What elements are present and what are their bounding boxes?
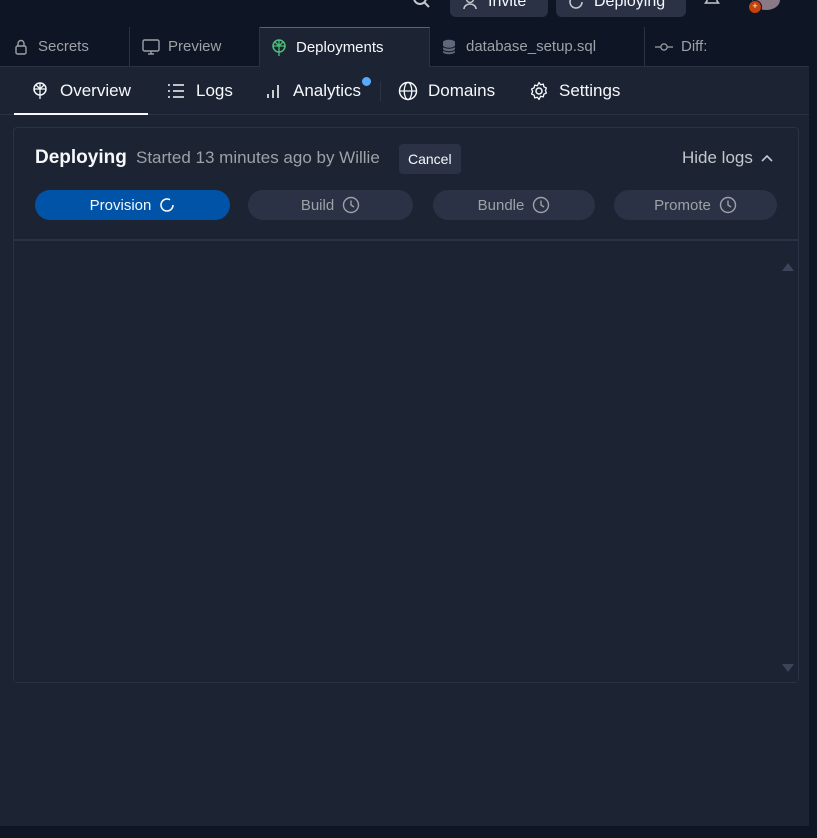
- deployment-steps: Provision Build Bundle Promote: [35, 190, 777, 220]
- tab-label: Deployments: [296, 39, 384, 56]
- git-commit-icon: [655, 38, 673, 56]
- step-label: Provision: [89, 196, 152, 214]
- deployment-meta: Started 13 minutes ago by Willie: [136, 148, 380, 167]
- tab-preview[interactable]: Preview: [130, 27, 260, 66]
- deployment-status: Deploying: [35, 147, 127, 168]
- deploying-label: Deploying: [594, 0, 666, 10]
- deployment-subnav: Overview Logs Analytics Domains Settings: [0, 67, 809, 115]
- tab-label: Preview: [168, 38, 222, 55]
- clock-icon: [342, 196, 360, 214]
- hide-logs-button[interactable]: Hide logs: [682, 148, 773, 168]
- invite-label: Invite: [488, 0, 527, 10]
- database-icon: [440, 38, 458, 56]
- spinner-icon: [569, 0, 583, 9]
- scroll-up-arrow[interactable]: [782, 263, 794, 271]
- tab-database-setup[interactable]: database_setup.sql: [430, 27, 645, 66]
- hide-logs-label: Hide logs: [682, 148, 753, 167]
- editor-tabs: Secrets Preview Deployments database_set…: [0, 27, 809, 67]
- tab-deployments[interactable]: Deployments: [260, 27, 430, 67]
- notification-dot: [362, 77, 371, 86]
- subnav-domains[interactable]: Domains: [398, 67, 495, 114]
- scroll-down-arrow[interactable]: [782, 664, 794, 672]
- log-output[interactable]: [14, 241, 798, 682]
- cancel-button[interactable]: Cancel: [399, 144, 461, 174]
- gear-icon: [529, 81, 549, 101]
- step-bundle: Bundle: [433, 190, 595, 220]
- step-label: Build: [300, 196, 335, 214]
- subnav-analytics[interactable]: Analytics: [263, 67, 361, 114]
- subnav-label: Overview: [60, 80, 131, 100]
- invite-button[interactable]: Invite: [450, 0, 548, 17]
- subnav-label: Settings: [559, 80, 621, 100]
- subnav-label: Domains: [428, 80, 496, 100]
- spinner-icon: [159, 197, 175, 213]
- deployment-card: Deploying Started 13 minutes ago by Will…: [13, 127, 799, 683]
- user-icon: [463, 0, 477, 9]
- lock-icon: [12, 38, 30, 56]
- top-bar: Invite Deploying +: [0, 0, 817, 27]
- step-promote: Promote: [614, 190, 777, 220]
- search-icon[interactable]: [412, 0, 434, 12]
- monitor-icon: [142, 38, 160, 56]
- subnav-settings[interactable]: Settings: [529, 67, 620, 114]
- clock-icon: [719, 196, 737, 214]
- deployments-panel: Secrets Preview Deployments database_set…: [0, 27, 809, 826]
- list-icon: [166, 81, 186, 101]
- bell-icon[interactable]: [703, 0, 723, 10]
- subnav-label: Logs: [196, 80, 233, 100]
- step-label: Promote: [654, 196, 711, 214]
- divider: [380, 81, 381, 101]
- step-label: Bundle: [477, 196, 525, 214]
- subnav-overview[interactable]: Overview: [14, 67, 148, 115]
- bar-chart-icon: [263, 81, 283, 101]
- step-provision: Provision: [35, 190, 230, 220]
- deploy-icon: [30, 81, 50, 101]
- tab-label: Diff:: [681, 38, 708, 55]
- deploy-icon: [270, 38, 288, 57]
- avatar-badge: +: [748, 0, 762, 14]
- step-build: Build: [248, 190, 413, 220]
- subnav-label: Analytics: [293, 80, 362, 100]
- tab-label: database_setup.sql: [466, 38, 597, 55]
- deploying-button[interactable]: Deploying: [556, 0, 686, 17]
- clock-icon: [532, 196, 550, 214]
- chevron-up-icon: [761, 154, 773, 162]
- tab-diff[interactable]: Diff:: [645, 27, 809, 66]
- deployment-header: Deploying Started 13 minutes ago by Will…: [14, 128, 798, 241]
- globe-icon: [398, 81, 418, 101]
- subnav-logs[interactable]: Logs: [166, 67, 233, 114]
- tab-secrets[interactable]: Secrets: [0, 27, 130, 66]
- tab-label: Secrets: [38, 38, 89, 55]
